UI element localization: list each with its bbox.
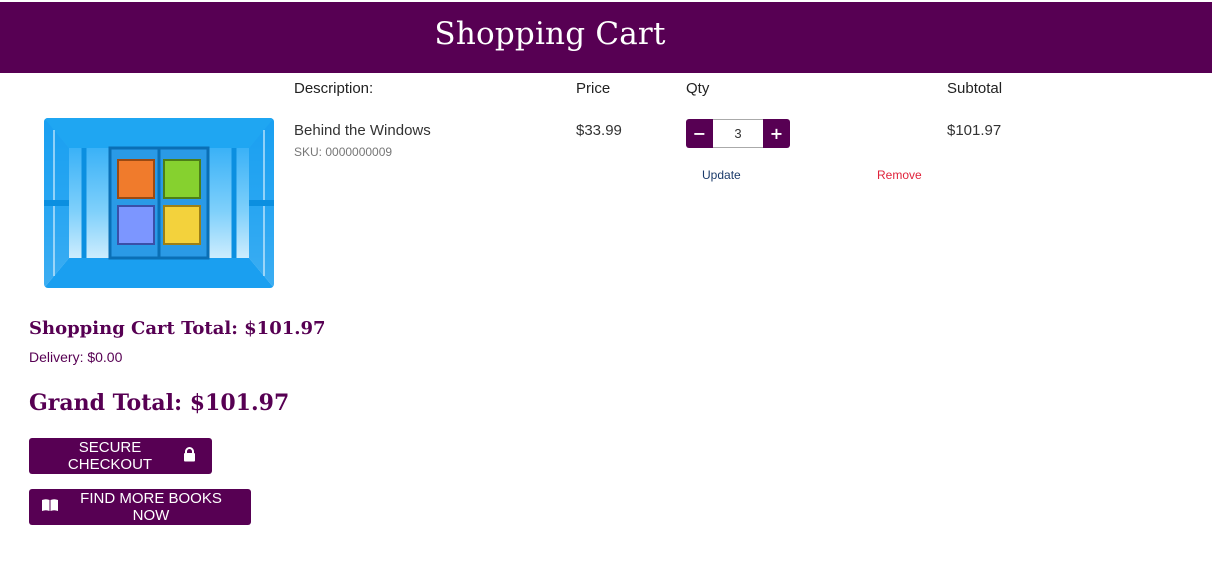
increase-quantity-button[interactable]: + <box>763 119 790 148</box>
quantity-input[interactable] <box>713 119 763 148</box>
grand-total: Grand Total: $101.97 <box>29 390 290 416</box>
column-header-qty: Qty <box>686 80 710 97</box>
item-subtotal: $101.97 <box>947 122 1002 139</box>
item-sku: SKU: 0000000009 <box>294 145 393 159</box>
column-header-subtotal: Subtotal <box>947 80 1003 97</box>
find-more-books-button[interactable]: FIND MORE BOOKS NOW <box>29 489 251 525</box>
column-header-description: Description: <box>294 80 374 97</box>
cart-total: Shopping Cart Total: $101.97 <box>29 318 326 339</box>
delivery-cost: Delivery: $0.00 <box>29 349 123 365</box>
secure-checkout-button[interactable]: SECURE CHECKOUT <box>29 438 212 474</box>
page-title: Shopping Cart <box>434 16 666 52</box>
remove-link[interactable]: Remove <box>877 168 922 182</box>
find-more-books-label: FIND MORE BOOKS NOW <box>80 490 222 524</box>
secure-checkout-label: SECURE CHECKOUT <box>67 439 153 473</box>
item-price: $33.99 <box>576 122 622 139</box>
column-header-price: Price <box>576 80 611 97</box>
item-title[interactable]: Behind the Windows <box>294 122 431 139</box>
page-header: Shopping Cart <box>0 2 1212 73</box>
decrease-quantity-button[interactable]: − <box>686 119 713 148</box>
book-open-icon <box>41 498 59 516</box>
lock-icon <box>183 446 196 466</box>
update-link[interactable]: Update <box>702 168 741 182</box>
product-image[interactable] <box>44 118 274 288</box>
quantity-stepper: − + <box>686 119 790 148</box>
